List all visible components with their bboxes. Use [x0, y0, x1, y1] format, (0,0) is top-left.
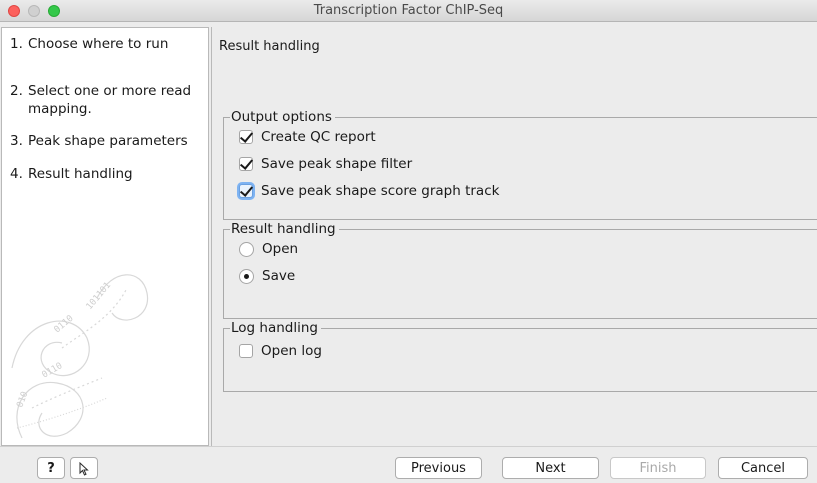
main-panel: Result handling Output options Create QC…	[213, 27, 817, 446]
help-button[interactable]: ?	[37, 457, 65, 479]
save-radio[interactable]: Save	[239, 267, 295, 285]
dna-logo-art-icon: 0110 101101 010 0110	[11, 274, 149, 439]
save-peak-shape-filter-checkbox[interactable]: Save peak shape filter	[239, 155, 412, 173]
step-number: 1.	[10, 36, 23, 52]
window-title: Transcription Factor ChIP-Seq	[313, 3, 504, 18]
previous-button[interactable]: Previous	[395, 457, 482, 479]
step-item: 4. Result handling	[10, 165, 198, 183]
open-radio[interactable]: Open	[239, 240, 298, 258]
group-title: Output options	[230, 108, 335, 126]
result-handling-group: Result handling Open Save	[223, 220, 817, 319]
pointer-icon	[79, 461, 89, 476]
wizard-window: Transcription Factor ChIP-Seq 1. Choose w…	[0, 0, 817, 481]
step-label: Select one or more read mapping.	[28, 83, 192, 117]
svg-text:0110: 0110	[41, 361, 65, 381]
button-bar: ? Previous Next Finish Cancel	[0, 446, 817, 481]
svg-text:010: 010	[15, 390, 30, 409]
cancel-button[interactable]: Cancel	[718, 457, 808, 479]
checkbox-checked-icon[interactable]	[239, 130, 253, 144]
step-number: 3.	[10, 133, 23, 149]
page-title: Result handling	[219, 39, 320, 54]
output-options-group: Output options Create QC report Save pea…	[223, 108, 817, 220]
next-button[interactable]: Next	[502, 457, 599, 479]
step-number: 4.	[10, 166, 23, 182]
log-handling-group: Log handling Open log	[223, 319, 817, 392]
group-title: Result handling	[230, 220, 339, 238]
group-title: Log handling	[230, 319, 321, 337]
step-item: 3. Peak shape parameters	[10, 132, 198, 150]
checkbox-label: Save peak shape score graph track	[261, 183, 500, 199]
checkbox-label: Open log	[261, 343, 322, 359]
checkbox-label: Create QC report	[261, 129, 376, 145]
create-qc-report-checkbox[interactable]: Create QC report	[239, 128, 376, 146]
step-item: 1. Choose where to run	[10, 35, 198, 53]
checkbox-label: Save peak shape filter	[261, 156, 413, 172]
title-bar: Transcription Factor ChIP-Seq	[0, 0, 817, 22]
finish-button[interactable]: Finish	[610, 457, 706, 479]
checkbox-unchecked-icon[interactable]	[239, 344, 253, 358]
radio-label: Open	[262, 241, 299, 257]
svg-text:101101: 101101	[85, 281, 114, 312]
open-log-checkbox[interactable]: Open log	[239, 342, 322, 360]
checkbox-checked-icon[interactable]	[239, 157, 253, 171]
save-peak-shape-score-graph-track-checkbox[interactable]: Save peak shape score graph track	[239, 182, 499, 200]
step-number: 2.	[10, 83, 23, 99]
svg-text:0110: 0110	[53, 314, 76, 336]
pointer-help-button[interactable]	[70, 457, 98, 479]
step-label: Choose where to run	[28, 36, 169, 52]
radio-label: Save	[262, 268, 296, 284]
step-item: 2. Select one or more read mapping.	[10, 82, 198, 118]
radio-unselected-icon[interactable]	[239, 241, 254, 257]
step-label: Result handling	[28, 166, 133, 182]
checkbox-checked-icon[interactable]	[239, 184, 253, 198]
radio-selected-icon[interactable]	[239, 268, 254, 284]
step-label: Peak shape parameters	[28, 133, 188, 149]
steps-panel: 1. Choose where to run 2. Select one or mo…	[1, 27, 209, 446]
